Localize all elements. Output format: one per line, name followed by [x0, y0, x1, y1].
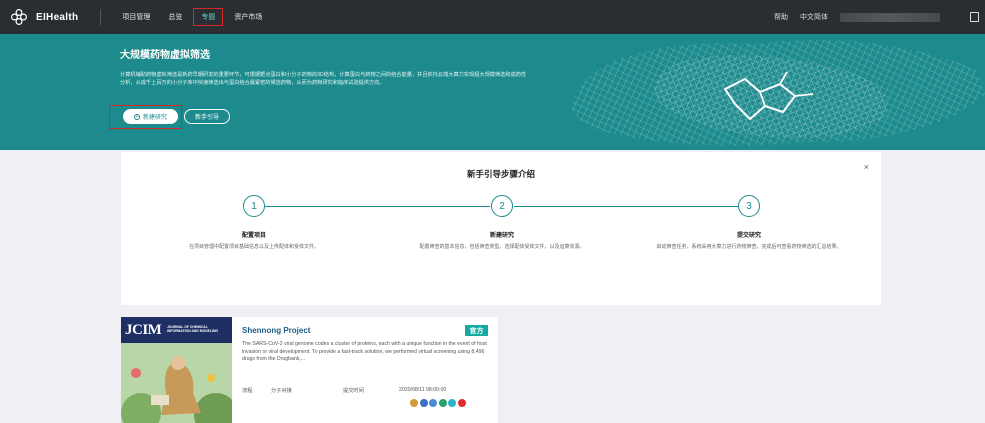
nav-divider	[100, 9, 102, 25]
project-description: The SARS-CoV-2 viral genome codes a clus…	[242, 341, 487, 362]
nav-item-overview[interactable]: 总览	[161, 9, 189, 25]
project-card-shennong[interactable]: JCIM JOURNAL OF CHEMICAL INFORMATION AND…	[121, 317, 498, 423]
cover-illustration	[121, 343, 232, 423]
nav-item-asset-market[interactable]: 资产市场	[227, 9, 269, 25]
workflow-label: 流程	[242, 388, 253, 394]
huawei-logo-icon	[457, 399, 466, 407]
partner-logo-icon	[448, 399, 456, 407]
guide-title: 新手引导步骤介绍	[466, 169, 535, 179]
topic-banner: 大规模药物虚拟筛选 计算机辅助药物虚拟筛选是新药早期研发的重要环节，可根据靶点蛋…	[0, 34, 985, 150]
app-name: EIHealth	[36, 11, 79, 23]
cover-journal-abbr: JCIM	[125, 322, 162, 338]
banner-title: 大规模药物虚拟筛选	[120, 50, 210, 61]
beginner-guide-button[interactable]: 新手引导	[184, 109, 230, 124]
close-icon[interactable]: ×	[864, 162, 869, 172]
app-logo[interactable]: EIHealth	[10, 8, 78, 26]
eihealth-logo-icon	[11, 9, 27, 25]
step-desc-2: 配置筛查的基本信息，包括筛查类型、选择配体受体文件，以及运算资源。	[419, 244, 585, 250]
step-title-1: 配置项目	[241, 233, 266, 239]
new-study-label: 新建研究	[142, 115, 167, 121]
beginner-guide-panel: 新手引导步骤介绍 × 1 2 3 配置项目 新建研究 提交研究 在项目管理中配置…	[121, 152, 881, 305]
step-number-2: 2	[491, 195, 513, 217]
user-account-redacted[interactable]	[840, 12, 940, 22]
help-link[interactable]: 帮助	[774, 12, 788, 22]
journal-cover-image: JCIM JOURNAL OF CHEMICAL INFORMATION AND…	[121, 317, 232, 423]
banner-description: 计算机辅助药物虚拟筛选是新药早期研发的重要环节，可根据靶点蛋白和小分子药物的3D…	[120, 72, 527, 86]
step-connector	[514, 206, 738, 207]
project-title[interactable]: Shennong Project	[242, 326, 310, 335]
step-desc-1: 在项目管理中配置项目基础信息以及上传配体和受体文件。	[188, 244, 319, 250]
top-right-menu: 帮助 中文简体	[774, 0, 985, 34]
nav-item-project-management[interactable]: 项目管理	[115, 9, 157, 25]
partner-logo-icon	[429, 399, 437, 407]
partner-logo-icon	[419, 399, 428, 407]
partner-logo-icon	[410, 399, 418, 407]
nav-item-topics[interactable]: 专题	[193, 8, 224, 26]
top-navigation-bar: EIHealth 项目管理 总览 专题 资产市场 帮助 中文简体	[0, 0, 985, 34]
step-number-3: 3	[738, 195, 760, 217]
plus-circle-icon: +	[133, 113, 140, 120]
main-nav: 项目管理 总览 专题 资产市场	[115, 8, 273, 26]
submit-time-label: 提交时间	[343, 388, 364, 394]
language-switch[interactable]: 中文简体	[800, 12, 828, 22]
new-study-button[interactable]: + 新建研究	[123, 109, 178, 124]
step-title-2: 新建研究	[489, 233, 514, 239]
molecule-mesh-illustration	[571, 40, 985, 146]
partner-logo-icon	[438, 399, 447, 407]
document-icon[interactable]	[970, 12, 979, 22]
step-number-1: 1	[243, 195, 265, 217]
step-title-3: 提交研究	[736, 233, 761, 239]
official-badge: 官方	[465, 325, 488, 336]
workflow-value: 分子对接	[271, 388, 292, 394]
submit-time-value: 2020/08/11 08:00:00	[399, 387, 447, 393]
partner-logos	[410, 399, 466, 407]
cover-journal-name: JOURNAL OF CHEMICAL INFORMATION AND MODE…	[167, 325, 219, 333]
step-connector	[265, 206, 490, 207]
step-desc-3: 启动筛查任务，系统采用大算力进行药物筛查，完成后可查看药物筛选的汇总结果。	[656, 244, 842, 250]
